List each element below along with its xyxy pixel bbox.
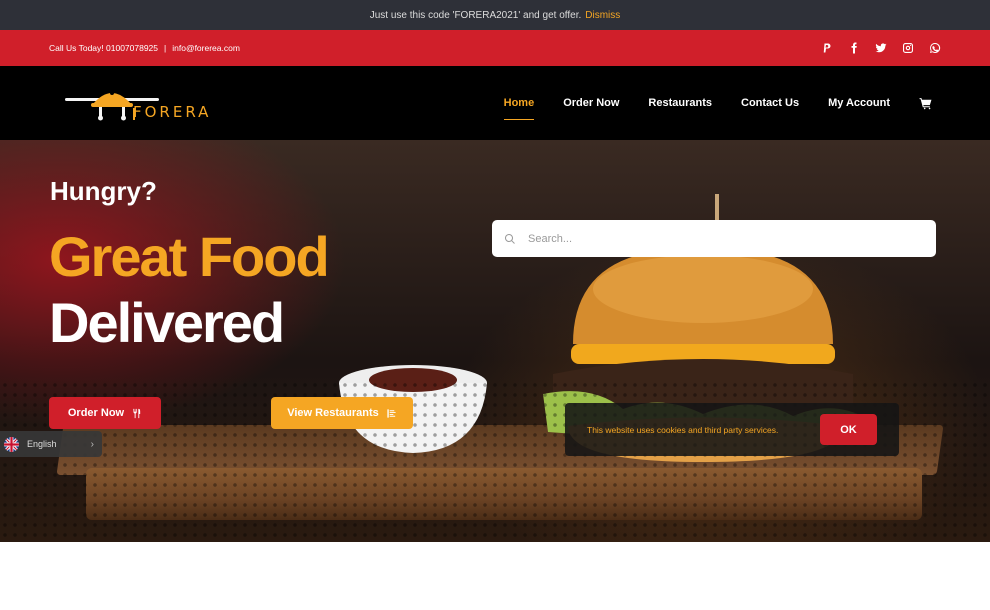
search-icon xyxy=(504,233,515,244)
nav-home[interactable]: Home xyxy=(503,93,534,120)
search-input[interactable] xyxy=(528,232,908,245)
dismiss-link[interactable]: Dismiss xyxy=(585,10,620,21)
search-box[interactable] xyxy=(492,220,936,257)
order-now-label: Order Now xyxy=(67,407,125,419)
hero-hungry-text: Hungry? xyxy=(50,176,157,206)
hero-headline-great-food: Great Food xyxy=(49,225,330,288)
cart-icon[interactable] xyxy=(919,93,932,114)
nav-restaurants[interactable]: Restaurants xyxy=(648,93,712,113)
chevron-right-icon: › xyxy=(90,438,94,450)
view-restaurants-label: View Restaurants xyxy=(287,407,379,419)
contact-email[interactable]: info@forerea.com xyxy=(172,43,240,53)
logo-text: FORERA xyxy=(133,103,212,121)
language-switcher[interactable]: English › xyxy=(0,431,102,457)
promo-text: Just use this code 'FORERA2021' and get … xyxy=(369,9,582,21)
contact-phone[interactable]: Call Us Today! 01007078925 xyxy=(49,43,158,53)
instagram-icon[interactable] xyxy=(901,42,914,55)
cookie-message: This website uses cookies and third part… xyxy=(587,424,779,435)
site-header: FORERA Home Order Now Restaurants Contac… xyxy=(0,66,990,140)
social-links xyxy=(820,42,941,55)
twitter-icon[interactable] xyxy=(874,42,887,55)
contact-separator: | xyxy=(164,43,167,53)
facebook-icon[interactable] xyxy=(847,42,860,55)
cutlery-icon xyxy=(133,408,141,418)
paypal-icon[interactable] xyxy=(820,42,833,55)
nav-my-account[interactable]: My Account xyxy=(828,93,890,113)
nav-contact-us[interactable]: Contact Us xyxy=(741,93,799,113)
hero-section: Hungry? Great Food Delivered Order Now V… xyxy=(0,140,990,542)
list-icon xyxy=(387,408,396,418)
whatsapp-icon[interactable] xyxy=(928,42,941,55)
order-now-button[interactable]: Order Now xyxy=(49,397,161,429)
language-label: English xyxy=(27,439,57,449)
cookie-ok-button[interactable]: OK xyxy=(820,414,877,445)
nav-order-now[interactable]: Order Now xyxy=(563,93,619,113)
uk-flag-icon xyxy=(4,436,19,452)
main-nav: Home Order Now Restaurants Contact Us My… xyxy=(503,66,932,140)
hero-headline-delivered: Delivered xyxy=(49,291,285,354)
view-restaurants-button[interactable]: View Restaurants xyxy=(271,397,413,429)
promo-bar: Just use this code 'FORERA2021' and get … xyxy=(0,0,990,30)
cookie-notice: This website uses cookies and third part… xyxy=(565,403,899,456)
contact-bar: Call Us Today! 01007078925 | info@forere… xyxy=(0,30,990,66)
site-logo[interactable]: FORERA xyxy=(63,84,223,122)
